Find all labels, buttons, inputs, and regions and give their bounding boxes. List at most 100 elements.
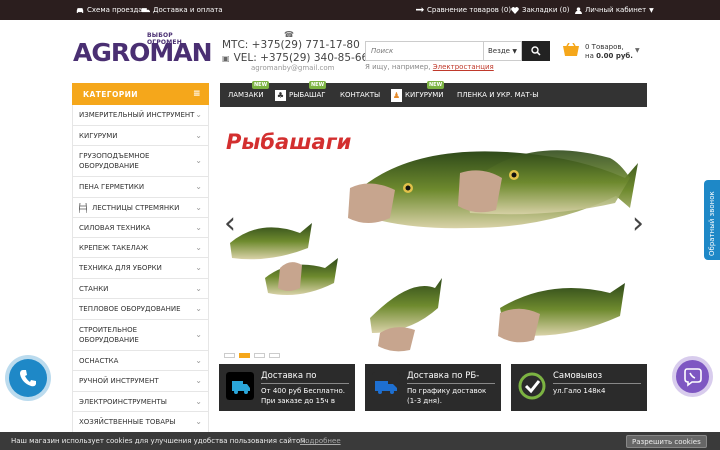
sidebar-item-power-tools[interactable]: ЭЛЕКТРОИНСТРУМЕНТЫ ⌄ (72, 392, 209, 412)
chevron-down-icon: ⌄ (195, 283, 202, 293)
hero-slider[interactable]: Рыбашаги ‹ › (220, 118, 647, 363)
bookmarks-link[interactable]: Закладки (0) (511, 0, 570, 20)
email-link[interactable]: agromanby@gmail.com (251, 64, 335, 72)
sidebar-item-power[interactable]: СИЛОВАЯ ТЕХНИКА ⌄ (72, 218, 209, 238)
basket-icon (563, 43, 579, 56)
search-input[interactable] (365, 41, 483, 61)
cart-count: 0 Товаров, (585, 43, 624, 51)
top-bar: Схема проезда Доставка и оплата Сравнени… (0, 0, 720, 20)
callback-tab[interactable]: Обратный звонок (704, 180, 720, 260)
search-scope-select[interactable]: Везде ▼ (483, 41, 522, 61)
chevron-down-icon: ⌄ (195, 242, 202, 252)
compare-link[interactable]: Сравнение товаров (0) (416, 0, 511, 20)
phone-call-button[interactable] (9, 359, 47, 397)
new-badge: NEW (309, 81, 327, 89)
chevron-down-icon: ⌄ (195, 304, 202, 313)
chevron-down-icon: ▼ (512, 47, 517, 55)
sidebar-item-machines[interactable]: СТАНКИ ⌄ (72, 279, 209, 299)
ladder-icon (79, 202, 87, 213)
directions-link[interactable]: Схема проезда (76, 0, 143, 20)
heart-icon (511, 6, 519, 14)
slider-next-button[interactable]: › (632, 206, 644, 241)
chevron-down-icon: ⌄ (195, 263, 202, 272)
promo-delivery-city[interactable]: Доставка по От 400 руб Бесплатно. При зак… (219, 364, 355, 411)
new-badge: NEW (252, 81, 270, 89)
sidebar-item-household[interactable]: ХОЗЯЙСТВЕННЫЕ ТОВАРЫ ⌄ (72, 412, 209, 433)
account-link[interactable]: Личный кабинет ▼ (575, 0, 654, 20)
sidebar-item-hand-tools[interactable]: РУЧНОЙ ИНСТРУМЕНТ ⌄ (72, 371, 209, 392)
categories-header[interactable]: КАТЕГОРИИ ≡ (72, 83, 209, 105)
slider-dots (224, 353, 280, 358)
sidebar-item-lifting[interactable]: ГРУЗОПОДЪЕМНОЕ ОБОРУДОВАНИЕ ⌄ (72, 146, 209, 177)
nav-item-rybashag[interactable]: NEW ♣ РЫБАШАГ (275, 81, 327, 107)
phone-vel[interactable]: ▣ VEL: +375(29) 340-85-66 (222, 51, 368, 65)
chevron-down-icon: ⌄ (195, 396, 202, 406)
promo-divider (261, 383, 349, 384)
delivery-icon (226, 372, 254, 400)
slider-dot[interactable] (254, 353, 265, 358)
phone-icon (20, 370, 36, 387)
sidebar-item-cleaning[interactable]: ТЕХНИКА ДЛЯ УБОРКИ ⌄ (72, 258, 209, 279)
chevron-down-icon: ⌄ (195, 130, 202, 140)
new-badge: NEW (427, 81, 445, 89)
user-icon (575, 6, 582, 14)
viber-icon (684, 368, 702, 387)
promo-pickup[interactable]: Самовывоз ул.Гало 148к4 (511, 364, 647, 411)
kigurumi-icon: ♟ (391, 88, 402, 102)
cart-widget[interactable]: 0 Товаров, на 0.00 руб. ▼ (563, 41, 643, 63)
chevron-down-icon: ⌄ (195, 355, 202, 365)
promo-desc: ул.Гало 148к4 (553, 387, 606, 395)
nav-item-lamzaki[interactable]: NEW ЛАМЗАКИ (228, 81, 270, 107)
chevron-down-icon: ⌄ (195, 376, 202, 385)
chevron-down-icon: ▼ (649, 6, 654, 14)
chevron-down-icon: ⌄ (195, 330, 202, 339)
fish-icon: ♣ (275, 89, 286, 101)
chevron-down-icon: ▼ (635, 47, 640, 54)
sim-icon: ▣ (222, 53, 230, 63)
delivery-link[interactable]: Доставка и оплата (142, 0, 223, 20)
promo-divider (553, 383, 641, 384)
promo-desc: От 400 руб Бесплатно. При заказе до 15ч в (261, 387, 345, 405)
category-sidebar: КАТЕГОРИИ ≡ ИЗМЕРИТЕЛЬНЫЙ ИНСТРУМЕНТ ⌄ КИ… (72, 83, 209, 435)
sidebar-item-ladders[interactable]: ЛЕСТНИЦЫ СТРЕМЯНКИ ⌄ (72, 198, 209, 218)
search-bar: Везде ▼ (365, 41, 550, 61)
search-icon (531, 46, 541, 56)
compare-icon (416, 6, 424, 12)
sidebar-item-kigurumi[interactable]: КИГУРУМИ ⌄ (72, 126, 209, 146)
sidebar-item-heating[interactable]: ТЕПЛОВОЕ ОБОРУДОВАНИЕ ⌄ (72, 299, 209, 320)
cookie-accept-button[interactable]: Разрешить cookies (626, 435, 707, 448)
check-icon (518, 372, 546, 400)
slider-dot[interactable] (269, 353, 280, 358)
sidebar-item-tooling[interactable]: ОСНАСТКА ⌄ (72, 351, 209, 371)
nav-item-contacts[interactable]: КОНТАКТЫ (340, 83, 380, 107)
promo-desc: По графику доставок (1-3 дня). (407, 387, 487, 405)
viber-button[interactable] (676, 360, 709, 393)
site-logo[interactable]: ВЫБОР ОГРОМЕН AGROMAN (73, 32, 213, 70)
search-hint-link[interactable]: Электростанция (433, 63, 494, 71)
cart-total: на 0.00 руб. (585, 52, 633, 60)
sidebar-item-measuring[interactable]: ИЗМЕРИТЕЛЬНЫЙ ИНСТРУМЕНТ ⌄ (72, 105, 209, 126)
chevron-down-icon: ⌄ (195, 110, 202, 119)
truck-icon (372, 372, 400, 400)
main-nav: NEW ЛАМЗАКИ NEW ♣ РЫБАШАГ КОНТАКТЫ NEW ♟… (220, 81, 647, 107)
sidebar-item-construction[interactable]: СТРОИТЕЛЬНОЕ ОБОРУДОВАНИЕ ⌄ (72, 320, 209, 351)
menu-icon: ≡ (193, 89, 201, 99)
nav-item-kigurumi[interactable]: NEW ♟ КИГУРУМИ (391, 81, 445, 107)
search-button[interactable] (522, 41, 550, 61)
search-hint: Я ищу, например, Электростанция (365, 63, 494, 71)
chevron-down-icon: ⌄ (195, 182, 202, 191)
chevron-down-icon: ⌄ (195, 202, 202, 212)
fish-slippers-image (230, 150, 638, 352)
slider-dot[interactable] (224, 353, 235, 358)
chevron-down-icon: ⌄ (195, 417, 202, 426)
nav-item-film[interactable]: ПЛЕНКА И УКР. МАТ-Ы (457, 83, 538, 107)
phone-mts[interactable]: МТС: +375(29) 771-17-80 ▼ (222, 38, 370, 52)
slider-dot-active[interactable] (239, 353, 250, 358)
slider-prev-button[interactable]: ‹ (224, 206, 236, 241)
promo-divider (407, 383, 495, 384)
cookie-bar: Наш магазин использует cookies для улучш… (0, 432, 720, 450)
sidebar-item-foam[interactable]: ПЕНА ГЕРМЕТИКИ ⌄ (72, 177, 209, 198)
cookie-more-link[interactable]: Подробнее (300, 437, 341, 445)
promo-delivery-rb[interactable]: Доставка по РБ- По графику доставок (1-3 … (365, 364, 501, 411)
sidebar-item-fasteners[interactable]: КРЕПЕЖ ТАКЕЛАЖ ⌄ (72, 238, 209, 258)
